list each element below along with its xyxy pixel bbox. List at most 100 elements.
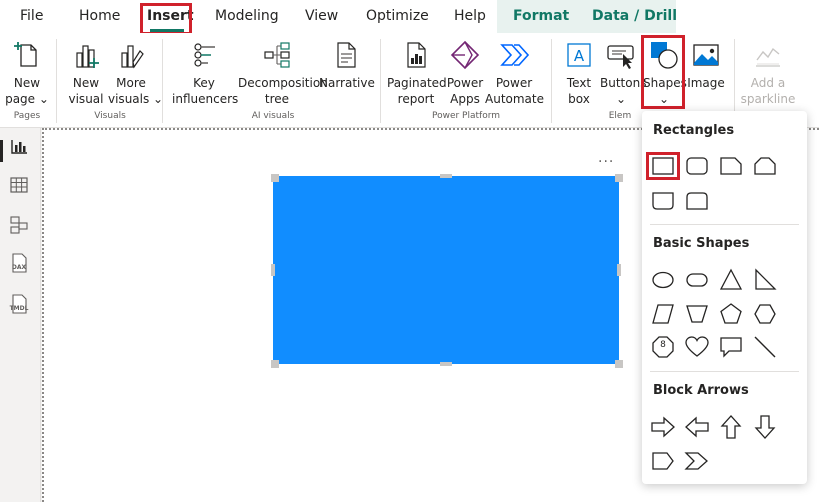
- buttons-label-2: ⌄: [615, 92, 627, 106]
- ribbon-separator: [380, 39, 381, 123]
- section-divider: [650, 224, 799, 225]
- more-options-icon[interactable]: ···: [598, 154, 614, 170]
- rounded-bottom-rectangle-icon[interactable]: [649, 187, 677, 215]
- pentagon-arrow-icon[interactable]: [649, 447, 677, 475]
- tmdl-view-icon[interactable]: TMDL: [6, 292, 32, 318]
- text-box-button[interactable]: A Text box: [558, 33, 600, 109]
- heart-icon[interactable]: [683, 333, 711, 361]
- power-apps-button[interactable]: Power Apps: [445, 33, 485, 109]
- shapes-dropdown: Rectangles Basic Shapes 8 Block Arrows: [642, 111, 807, 484]
- group-label-visuals: Visuals: [94, 111, 126, 121]
- right-triangle-icon[interactable]: [751, 266, 779, 294]
- more-visuals-icon: [121, 45, 144, 69]
- rounded-top-rectangle-icon[interactable]: [683, 187, 711, 215]
- resize-handle-bottom-left[interactable]: [271, 360, 279, 368]
- resize-handle-bottom-right[interactable]: [615, 360, 623, 368]
- add-sparkline-label-2: sparkline: [740, 92, 796, 106]
- power-apps-label-2: Apps: [450, 92, 480, 106]
- resize-handle-top[interactable]: [440, 174, 452, 178]
- tab-modeling[interactable]: Modeling: [215, 0, 279, 33]
- model-view-icon[interactable]: [7, 213, 31, 237]
- group-label-power-platform: Power Platform: [431, 111, 501, 121]
- hexagon-icon[interactable]: [751, 300, 779, 328]
- add-sparkline-button[interactable]: Add a sparkline: [740, 33, 796, 109]
- shapes-icon: [651, 42, 678, 69]
- speech-bubble-icon[interactable]: [717, 333, 745, 361]
- more-visuals-label-1: More: [116, 76, 146, 90]
- resize-handle-bottom[interactable]: [440, 362, 452, 366]
- parallelogram-icon[interactable]: [649, 300, 677, 328]
- rectangle-shape-icon[interactable]: [649, 152, 677, 180]
- arrow-down-icon[interactable]: [751, 413, 779, 441]
- buttons-icon: [607, 45, 634, 69]
- new-page-button[interactable]: New page ⌄: [2, 33, 52, 109]
- tab-format[interactable]: Format: [513, 0, 569, 33]
- section-divider: [650, 371, 799, 372]
- key-influencers-button[interactable]: Key influencers: [172, 33, 238, 109]
- rectangle-shape[interactable]: [273, 176, 619, 364]
- chevron-arrow-icon[interactable]: [683, 447, 711, 475]
- key-influencers-icon: [194, 43, 215, 67]
- group-label-elements: Elem: [608, 111, 632, 121]
- arrow-left-icon[interactable]: [683, 413, 711, 441]
- table-view-icon[interactable]: [7, 173, 31, 197]
- decomposition-tree-label-1: Decomposition: [238, 76, 328, 90]
- trapezoid-icon[interactable]: [683, 300, 711, 328]
- view-switcher-rail: DAX TMDL: [0, 128, 41, 502]
- resize-handle-left[interactable]: [271, 264, 275, 276]
- ribbon-separator: [551, 39, 552, 123]
- menu-bar: File Home Insert Modeling View Optimize …: [0, 0, 819, 35]
- tab-view[interactable]: View: [305, 0, 338, 33]
- line-icon[interactable]: [751, 333, 779, 361]
- resize-handle-top-right[interactable]: [615, 174, 623, 182]
- arrow-right-icon[interactable]: [649, 413, 677, 441]
- buttons-button[interactable]: Buttons ⌄: [600, 33, 646, 109]
- shapes-button[interactable]: Shapes ⌄: [643, 33, 687, 109]
- paginated-report-button[interactable]: Paginated report: [387, 33, 447, 109]
- section-title-block-arrows: Block Arrows: [653, 383, 749, 398]
- new-page-label-1: New: [13, 76, 41, 90]
- ribbon-separator: [162, 39, 163, 123]
- active-tab-indicator: [150, 29, 184, 32]
- triangle-icon[interactable]: [717, 266, 745, 294]
- tab-file[interactable]: File: [20, 0, 43, 33]
- decomposition-tree-button[interactable]: Decomposition tree: [238, 33, 328, 109]
- top-rounded-rectangle-icon[interactable]: [751, 152, 779, 180]
- snip-corner-rectangle-icon[interactable]: [717, 152, 745, 180]
- new-page-label-2: page ⌄: [5, 92, 49, 106]
- power-automate-button[interactable]: Power Automate: [485, 33, 544, 109]
- shapes-label-2: ⌄: [658, 92, 670, 106]
- image-button[interactable]: Image: [686, 33, 726, 109]
- new-visual-button[interactable]: New visual: [64, 33, 108, 109]
- power-automate-icon: [500, 44, 529, 66]
- image-label: Image: [687, 76, 725, 90]
- pentagon-icon[interactable]: [717, 300, 745, 328]
- text-box-label-1: Text: [566, 76, 592, 90]
- oval-icon[interactable]: [649, 266, 677, 294]
- more-visuals-label-2: visuals ⌄: [108, 92, 164, 106]
- resize-handle-right[interactable]: [617, 264, 621, 276]
- narrative-label: Narrative: [319, 76, 375, 90]
- tmdl-label: TMDL: [9, 305, 29, 312]
- rounded-rectangle-icon[interactable]: [683, 152, 711, 180]
- tab-optimize[interactable]: Optimize: [366, 0, 429, 33]
- tab-help[interactable]: Help: [454, 0, 486, 33]
- power-automate-label-1: Power: [495, 76, 533, 90]
- report-view-icon[interactable]: [7, 134, 31, 158]
- narrative-button[interactable]: Narrative: [319, 33, 375, 109]
- octagon-icon[interactable]: 8: [649, 333, 677, 361]
- pill-icon[interactable]: [683, 266, 711, 294]
- add-sparkline-label-1: Add a: [750, 76, 786, 90]
- tab-home[interactable]: Home: [79, 0, 120, 33]
- more-visuals-button[interactable]: More visuals ⌄: [108, 33, 163, 109]
- new-visual-label-2: visual: [68, 92, 104, 106]
- shapes-label-1: Shapes: [643, 76, 687, 90]
- tab-data-drill[interactable]: Data / Drill: [592, 0, 677, 33]
- svg-text:A: A: [574, 47, 585, 65]
- paginated-report-label-1: Paginated: [387, 76, 447, 90]
- paginated-report-label-2: report: [397, 92, 435, 106]
- resize-handle-top-left[interactable]: [271, 174, 279, 182]
- dax-query-view-icon[interactable]: DAX: [6, 251, 32, 277]
- section-title-rectangles: Rectangles: [653, 123, 735, 138]
- arrow-up-icon[interactable]: [717, 413, 745, 441]
